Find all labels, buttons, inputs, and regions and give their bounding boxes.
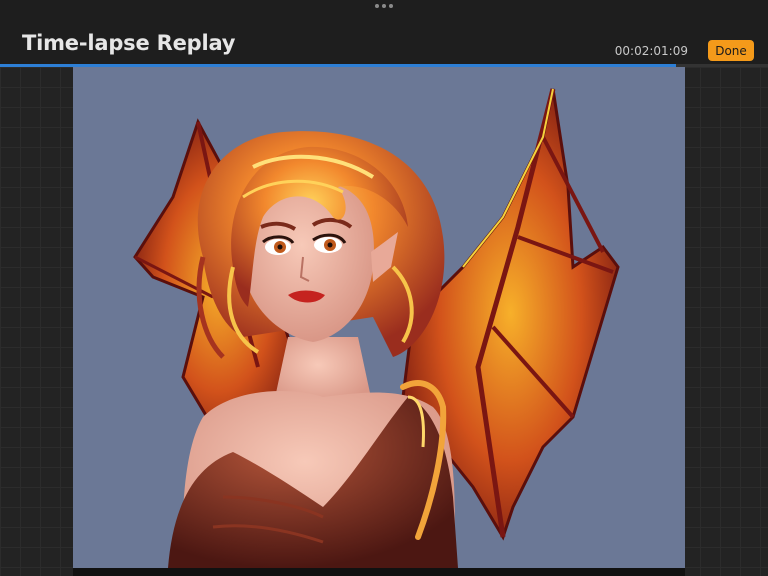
- canvas-bottom-edge: [73, 568, 685, 576]
- header-bar: Time-lapse Replay 00:02:01:09 Done: [0, 0, 768, 64]
- more-dots-icon[interactable]: [375, 4, 393, 8]
- timecode-readout: 00:02:01:09: [614, 44, 688, 58]
- page-title: Time-lapse Replay: [22, 31, 236, 55]
- timelapse-replay-screen: Time-lapse Replay 00:02:01:09 Done: [0, 0, 768, 576]
- artwork-illustration: [133, 88, 620, 568]
- artwork-canvas[interactable]: [73, 67, 685, 568]
- done-button[interactable]: Done: [708, 40, 754, 61]
- replay-stage: [0, 67, 768, 576]
